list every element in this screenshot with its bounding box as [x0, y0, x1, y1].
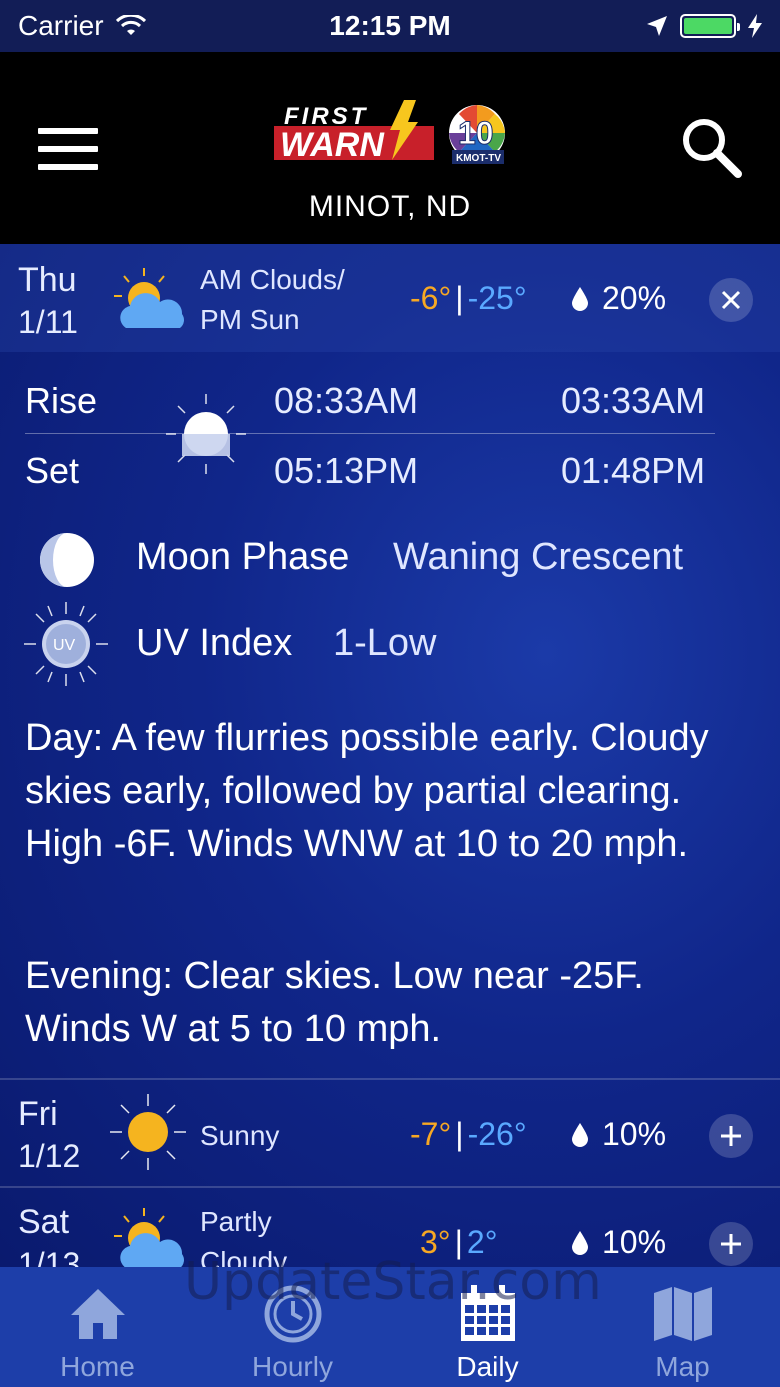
expand-button[interactable]: [709, 1114, 753, 1158]
search-button[interactable]: [680, 116, 744, 180]
expand-button[interactable]: [709, 1222, 753, 1266]
sun-icon: [110, 1094, 186, 1170]
condition-line: PM Sun: [200, 304, 300, 335]
uv-icon-text: UV: [53, 637, 76, 654]
precip-value: 20%: [602, 280, 667, 316]
precip-chance: 20%: [572, 280, 666, 317]
moon-phase-value: Waning Crescent: [393, 536, 684, 578]
day-name: Thu: [18, 261, 77, 299]
temperature-range: -6° | -25°: [410, 280, 527, 316]
station-number: 10: [458, 115, 494, 151]
day-row-fri[interactable]: Fri 1/12 Sunny -7° | -26° 10%: [0, 1080, 780, 1186]
high-temp: -7°: [410, 1116, 452, 1152]
hamburger-bar: [38, 128, 98, 134]
status-bar: Carrier 12:15 PM: [0, 0, 780, 52]
plus-icon: [721, 1126, 741, 1146]
condition-line: Cloudy: [200, 1246, 288, 1267]
daily-forecast-list[interactable]: Thu 1/11 AM Clouds/ PM Sun -6° | -25° 20% …: [0, 244, 780, 1267]
clock-icon: [264, 1285, 321, 1343]
tab-home[interactable]: Home: [0, 1267, 195, 1387]
wifi-icon: [115, 15, 146, 35]
station-call: KMOT-TV: [456, 153, 501, 164]
sun-horizon-icon: [166, 394, 246, 474]
condition-text: AM Clouds/ PM Sun: [200, 260, 370, 340]
day-date: 1/13: [18, 1246, 81, 1267]
uv-index-label: UV Index: [136, 622, 293, 664]
charging-bolt-icon: [748, 14, 762, 38]
raindrop-icon: [572, 286, 588, 311]
high-temp: 3°: [420, 1224, 451, 1260]
close-icon: [721, 290, 741, 310]
precip-chance: 10%: [572, 1116, 666, 1153]
raindrop-icon: [572, 1230, 588, 1255]
partly-cloudy-icon: [114, 268, 184, 328]
logo-warn-text: WARN: [280, 126, 385, 164]
tab-hourly[interactable]: Hourly: [195, 1267, 390, 1387]
condition-line: AM Clouds/: [200, 264, 345, 295]
evening-forecast-text: Evening: Clear skies. Low near -25F. Win…: [25, 955, 644, 1050]
uv-index-value: 1-Low: [333, 622, 437, 664]
precip-value: 10%: [602, 1116, 667, 1152]
day-name: Fri: [18, 1095, 58, 1133]
hamburger-bar: [38, 164, 98, 170]
carrier-label: Carrier: [18, 10, 104, 41]
tab-label: Daily: [456, 1351, 519, 1382]
location-label: MINOT, ND: [308, 190, 472, 223]
first-warn-logo: FIRST WARN 10 KMOT-TV: [274, 100, 505, 164]
set-label: Set: [25, 450, 80, 491]
tab-label: Home: [60, 1351, 135, 1382]
sunset-time: 05:13PM: [274, 450, 419, 491]
hamburger-bar: [38, 146, 98, 152]
tab-label: Hourly: [252, 1351, 333, 1382]
low-temp: -25°: [467, 280, 527, 316]
moonset-time: 01:48PM: [561, 450, 706, 491]
moon-horizon-icon: [490, 404, 522, 466]
home-icon: [70, 1289, 125, 1339]
precip-value: 10%: [602, 1224, 667, 1260]
tab-bar: Home Hourly Daily Map: [0, 1267, 780, 1387]
raindrop-icon: [572, 1122, 588, 1147]
low-temp: -26°: [467, 1116, 527, 1152]
moon-phase-label: Moon Phase: [136, 536, 350, 578]
app-header: FIRST WARN 10 KMOT-TV MINOT, ND: [0, 52, 780, 244]
tab-daily[interactable]: Daily: [390, 1267, 585, 1387]
condition-line: Partly: [200, 1206, 272, 1237]
plus-icon: [721, 1234, 741, 1254]
battery-icon: [680, 14, 740, 38]
condition-text: Partly Cloudy: [200, 1202, 370, 1267]
precip-chance: 10%: [572, 1224, 666, 1261]
temperature-range: 3° | 2°: [420, 1224, 498, 1260]
sunrise-time: 08:33AM: [274, 380, 419, 421]
condition-text: Sunny: [200, 1120, 280, 1151]
moon-phase-icon: [40, 533, 94, 587]
high-temp: -6°: [410, 280, 452, 316]
partly-cloudy-icon: [114, 1208, 184, 1267]
tab-label: Map: [655, 1351, 710, 1382]
day-name: Sat: [18, 1203, 70, 1241]
rise-label: Rise: [25, 380, 98, 421]
day-forecast-text: Day: A few flurries possible early. Clou…: [25, 717, 709, 865]
day-row-thu[interactable]: Thu 1/11 AM Clouds/ PM Sun -6° | -25° 20%: [0, 244, 780, 352]
map-icon: [653, 1287, 712, 1341]
horizon-line: [25, 433, 715, 434]
location-arrow-icon: [647, 16, 667, 36]
tab-map[interactable]: Map: [585, 1267, 780, 1387]
low-temp: 2°: [466, 1224, 498, 1260]
collapse-button[interactable]: [709, 278, 753, 322]
calendar-icon: [460, 1285, 515, 1341]
day-date: 1/12: [18, 1138, 81, 1174]
uv-index-icon: UV: [24, 602, 108, 686]
day-date: 1/11: [18, 304, 78, 340]
temperature-range: -7° | -26°: [410, 1116, 527, 1152]
menu-button[interactable]: [38, 128, 98, 170]
moonrise-time: 03:33AM: [561, 380, 706, 421]
day-row-sat[interactable]: Sat 1/13 Partly Cloudy 3° | 2° 10%: [0, 1188, 780, 1267]
